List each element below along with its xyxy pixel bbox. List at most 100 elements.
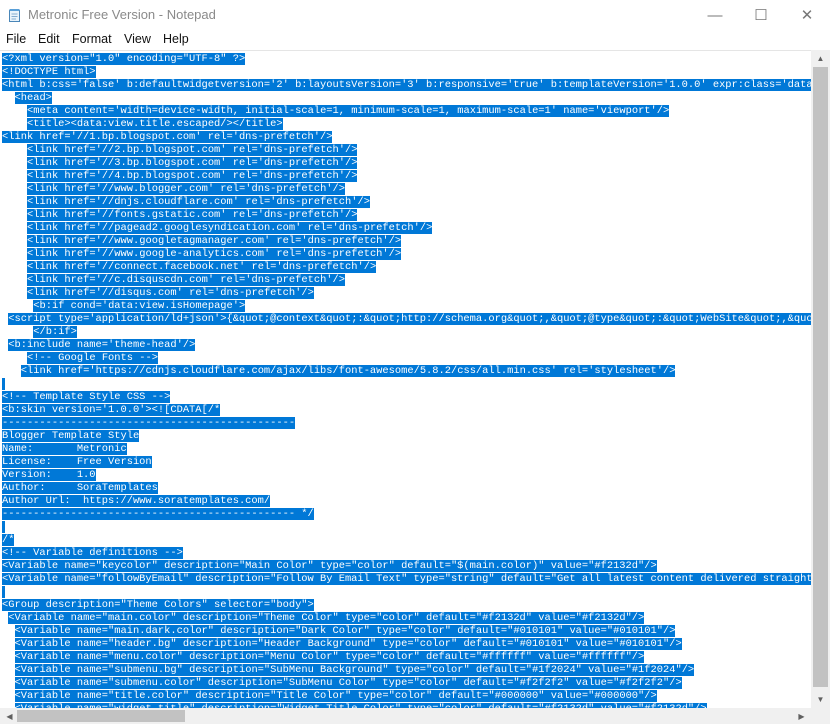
- code-line: <head>: [2, 92, 52, 105]
- code-line-text: Version: 1.0: [2, 469, 96, 481]
- code-line-text: <!-- Variable definitions -->: [2, 547, 183, 559]
- code-line-text: <link href='//1.bp.blogspot.com' rel='dn…: [2, 131, 333, 143]
- code-line: <Variable name="submenu.bg" description=…: [2, 664, 695, 677]
- code-line-text: <!-- Google Fonts -->: [27, 352, 158, 364]
- code-line-text: <?xml version="1.0" encoding="UTF-8" ?>: [2, 53, 246, 65]
- window-title: Metronic Free Version - Notepad: [28, 7, 216, 22]
- code-line-text: <link href='https://cdnjs.cloudflare.com…: [20, 365, 676, 377]
- code-line: [2, 521, 5, 534]
- code-line: <link href='//connect.facebook.net' rel=…: [2, 261, 377, 274]
- code-line-text: <b:if cond='data:view.isHomepage'>: [33, 300, 246, 312]
- scroll-down-arrow-icon[interactable]: ▼: [811, 691, 830, 708]
- vertical-scrollbar[interactable]: ▲ ▼: [811, 50, 830, 708]
- code-line: Version: 1.0: [2, 469, 96, 482]
- code-line-text: [2, 378, 5, 390]
- code-line: Author Url: https://www.soratemplates.co…: [2, 495, 271, 508]
- code-line: <Variable name="main.dark.color" descrip…: [2, 625, 676, 638]
- code-line: <!-- Template Style CSS -->: [2, 391, 171, 404]
- minimize-button[interactable]: —: [692, 0, 738, 30]
- horizontal-scrollbar[interactable]: ◀ ▶: [0, 708, 811, 724]
- menu-file[interactable]: File: [6, 32, 26, 46]
- code-line-text: <Variable name="keycolor" description="M…: [2, 560, 657, 572]
- scroll-up-arrow-icon[interactable]: ▲: [811, 50, 830, 67]
- code-line: <!DOCTYPE html>: [2, 66, 96, 79]
- code-line: <html b:css='false' b:defaultwidgetversi…: [2, 79, 811, 92]
- code-line: <link href='//disqus.com' rel='dns-prefe…: [2, 287, 314, 300]
- code-line-text: <link href='//www.blogger.com' rel='dns-…: [27, 183, 346, 195]
- code-line: <Variable name="submenu.color" descripti…: [2, 677, 682, 690]
- code-line-text: <link href='//2.bp.blogspot.com' rel='dn…: [27, 144, 358, 156]
- scroll-right-arrow-icon[interactable]: ▶: [792, 708, 811, 724]
- code-line: [2, 378, 5, 391]
- code-line: <link href='https://cdnjs.cloudflare.com…: [2, 365, 676, 378]
- code-line-text: /*: [2, 534, 15, 546]
- code-line-text: <head>: [14, 92, 52, 104]
- vertical-scroll-thumb[interactable]: [813, 67, 828, 687]
- code-line: <link href='//2.bp.blogspot.com' rel='dn…: [2, 144, 358, 157]
- code-line: <Group description="Theme Colors" select…: [2, 599, 314, 612]
- code-line-text: <b:include name='theme-head'/>: [8, 339, 196, 351]
- code-line-text: <meta content='width=device-width, initi…: [27, 105, 670, 117]
- code-line-text: <link href='//disqus.com' rel='dns-prefe…: [27, 287, 314, 299]
- code-line: <link href='//dnjs.cloudflare.com' rel='…: [2, 196, 370, 209]
- code-line-text: <Variable name="menu.color" description=…: [14, 651, 645, 663]
- code-line: <script type='application/ld+json'>{&quo…: [2, 313, 811, 326]
- code-line: <link href='//c.disquscdn.com' rel='dns-…: [2, 274, 346, 287]
- maximize-button[interactable]: ☐: [738, 0, 784, 30]
- code-line: [2, 586, 5, 599]
- code-line-text: <b:skin version='1.0.0'><![CDATA[/*: [2, 404, 221, 416]
- menu-bar: File Edit Format View Help: [0, 30, 830, 50]
- scrollbar-corner: [811, 708, 830, 724]
- code-line-text: ----------------------------------------…: [2, 508, 314, 520]
- code-line: <Variable name="header.bg" description="…: [2, 638, 682, 651]
- menu-edit[interactable]: Edit: [38, 32, 60, 46]
- code-line: <link href='//www.blogger.com' rel='dns-…: [2, 183, 346, 196]
- code-line: <b:if cond='data:view.isHomepage'>: [2, 300, 246, 313]
- code-line-text: <link href='//4.bp.blogspot.com' rel='dn…: [27, 170, 358, 182]
- code-line: <?xml version="1.0" encoding="UTF-8" ?>: [2, 53, 246, 66]
- code-line-text: License: Free Version: [2, 456, 152, 468]
- code-line-text: ----------------------------------------…: [2, 417, 296, 429]
- close-button[interactable]: ✕: [784, 0, 830, 30]
- code-line: <link href='//3.bp.blogspot.com' rel='dn…: [2, 157, 358, 170]
- title-bar[interactable]: Metronic Free Version - Notepad — ☐ ✕: [0, 0, 830, 30]
- code-line-text: <link href='//c.disquscdn.com' rel='dns-…: [27, 274, 346, 286]
- code-line: <Variable name="menu.color" description=…: [2, 651, 645, 664]
- horizontal-scroll-thumb[interactable]: [17, 710, 185, 722]
- code-line: <link href='//4.bp.blogspot.com' rel='dn…: [2, 170, 358, 183]
- code-line-text: <Group description="Theme Colors" select…: [2, 599, 314, 611]
- code-line-text: <Variable name="submenu.color" descripti…: [14, 677, 682, 689]
- code-line-text: <Variable name="title.color" description…: [14, 690, 657, 702]
- code-line-text: <Variable name="header.bg" description="…: [14, 638, 682, 650]
- code-line-text: <Variable name="main.color" description=…: [8, 612, 645, 624]
- code-line: Author: SoraTemplates: [2, 482, 158, 495]
- code-line: <b:skin version='1.0.0'><![CDATA[/*: [2, 404, 221, 417]
- code-line: License: Free Version: [2, 456, 152, 469]
- code-line-text: <link href='//connect.facebook.net' rel=…: [27, 261, 377, 273]
- code-line-text: Blogger Template Style: [2, 430, 140, 442]
- code-line: Name: Metronic: [2, 443, 127, 456]
- code-line-text: <Variable name="submenu.bg" description=…: [14, 664, 695, 676]
- code-line-text: <link href='//dnjs.cloudflare.com' rel='…: [27, 196, 370, 208]
- menu-help[interactable]: Help: [163, 32, 189, 46]
- code-line-text: <Variable name="followByEmail" descripti…: [2, 573, 811, 585]
- code-line: </b:if>: [2, 326, 77, 339]
- code-line-text: <link href='//fonts.gstatic.com' rel='dn…: [27, 209, 358, 221]
- code-line: <link href='//1.bp.blogspot.com' rel='dn…: [2, 131, 333, 144]
- code-line: <title><data:view.title.escaped/></title…: [2, 118, 283, 131]
- code-line: <link href='//www.googletagmanager.com' …: [2, 235, 402, 248]
- menu-format[interactable]: Format: [72, 32, 112, 46]
- code-line-text: <!-- Template Style CSS -->: [2, 391, 171, 403]
- code-line-text: Name: Metronic: [2, 443, 127, 455]
- menu-view[interactable]: View: [124, 32, 151, 46]
- code-line-text: <script type='application/ld+json'>{&quo…: [8, 313, 811, 325]
- code-line: <link href='//www.google-analytics.com' …: [2, 248, 402, 261]
- code-line-text: <html b:css='false' b:defaultwidgetversi…: [2, 79, 811, 91]
- text-editor[interactable]: <?xml version="1.0" encoding="UTF-8" ?> <…: [0, 50, 811, 709]
- code-line-text: <link href='//pagead2.googlesyndication.…: [27, 222, 433, 234]
- code-line-text: Author: SoraTemplates: [2, 482, 158, 494]
- code-line: <link href='//pagead2.googlesyndication.…: [2, 222, 433, 235]
- code-line: ----------------------------------------…: [2, 508, 314, 521]
- code-line-text: <link href='//www.google-analytics.com' …: [27, 248, 402, 260]
- code-line: <Variable name="title.color" description…: [2, 690, 657, 703]
